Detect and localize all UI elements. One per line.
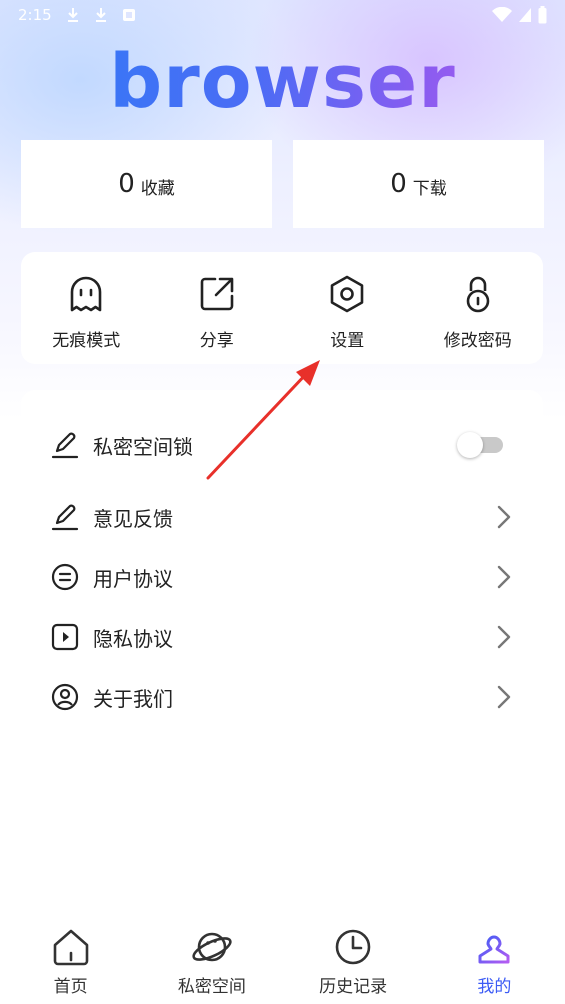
pen-icon xyxy=(51,432,79,459)
change-password-button[interactable]: 修改密码 xyxy=(413,252,544,364)
settings-label: 设置 xyxy=(330,331,365,351)
privacy-policy-row[interactable]: 隐私协议 xyxy=(21,609,543,665)
share-icon xyxy=(200,277,234,311)
downloads-label: 下载 xyxy=(412,178,447,199)
quick-actions-panel: 无痕模式 分享 设置 修改密码 xyxy=(21,252,543,364)
downloads-count: 0 xyxy=(390,169,407,199)
feedback-row[interactable]: 意见反馈 xyxy=(21,489,543,545)
signal-icon xyxy=(519,8,531,22)
change-password-label: 修改密码 xyxy=(443,331,512,351)
incognito-mode-button[interactable]: 无痕模式 xyxy=(21,252,152,364)
home-icon xyxy=(53,929,88,966)
lock-icon xyxy=(466,276,490,313)
privacy-policy-label: 隐私协议 xyxy=(93,626,173,651)
nav-history[interactable]: 历史记录 xyxy=(283,918,424,1004)
nav-private-space-label: 私密空间 xyxy=(177,977,246,997)
chevron-right-icon xyxy=(497,505,511,529)
clock-icon xyxy=(335,929,371,965)
user-agreement-label: 用户协议 xyxy=(93,566,173,591)
favorites-count: 0 xyxy=(118,169,135,199)
app-logo: browser xyxy=(0,42,565,122)
pen-icon xyxy=(51,504,79,531)
share-button[interactable]: 分享 xyxy=(152,252,283,364)
download-status-icon xyxy=(67,8,78,22)
nav-mine[interactable]: 我的 xyxy=(424,918,565,1004)
toggle-knob xyxy=(457,432,483,458)
wifi-icon xyxy=(492,7,512,22)
feedback-label: 意见反馈 xyxy=(93,506,173,531)
hexagon-settings-icon xyxy=(330,275,364,313)
user-circle-icon xyxy=(51,683,79,711)
about-us-row[interactable]: 关于我们 xyxy=(21,669,543,725)
nav-history-label: 历史记录 xyxy=(319,977,388,997)
nav-mine-label: 我的 xyxy=(477,977,512,997)
favorites-label: 收藏 xyxy=(140,178,175,199)
downloads-card[interactable]: 0 下载 xyxy=(293,140,544,228)
bottom-navigation: 首页 私密空间 历史记录 我的 xyxy=(0,918,565,1004)
nav-home-label: 首页 xyxy=(53,977,88,997)
document-circle-icon xyxy=(51,563,79,591)
favorites-card[interactable]: 0 收藏 xyxy=(21,140,272,228)
about-us-label: 关于我们 xyxy=(93,686,173,711)
status-time: 2:15 xyxy=(18,6,52,24)
status-bar: 2:15 xyxy=(0,0,565,30)
share-label: 分享 xyxy=(199,331,234,351)
nav-private-space[interactable]: 私密空间 xyxy=(141,918,282,1004)
profile-icon xyxy=(478,935,510,964)
chevron-right-icon xyxy=(497,625,511,649)
incognito-mode-label: 无痕模式 xyxy=(52,331,121,351)
battery-icon xyxy=(538,6,547,24)
play-square-icon xyxy=(51,623,79,651)
planet-icon xyxy=(192,932,232,962)
nav-home[interactable]: 首页 xyxy=(0,918,141,1004)
download-status-icon xyxy=(95,8,106,22)
chevron-right-icon xyxy=(497,565,511,589)
settings-button[interactable]: 设置 xyxy=(282,252,413,364)
private-space-lock-label: 私密空间锁 xyxy=(93,434,193,459)
private-space-lock-toggle[interactable] xyxy=(457,432,503,458)
annotation-arrow xyxy=(206,360,320,480)
user-agreement-row[interactable]: 用户协议 xyxy=(21,549,543,605)
ghost-icon xyxy=(70,276,102,312)
notification-status-icon xyxy=(122,9,135,21)
chevron-right-icon xyxy=(497,685,511,709)
